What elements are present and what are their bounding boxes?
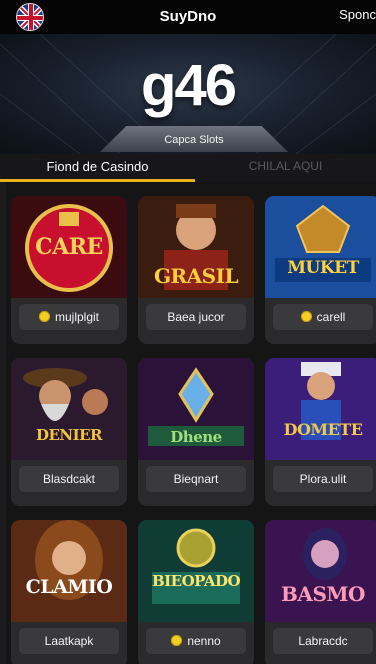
game-label: mujlplgit [19,304,119,330]
category-tabs: Fiond de Casindo CHILAL AQUI [0,154,376,182]
game-art-title: DENIER [35,426,103,444]
hero-banner: g46 Capca Slots [0,34,376,154]
game-label: Baea jucor [146,304,246,330]
game-thumbnail [265,358,376,460]
game-card[interactable]: CARE mujlplgit [11,196,127,344]
game-label: Laatkapk [19,628,119,654]
game-card[interactable]: CLAMIO Laatkapk [11,520,127,664]
game-art-title: BIEOPADO [151,572,241,590]
game-art-title: MUKET [287,258,359,278]
hero-number: g46 [141,53,237,118]
game-thumbnail [265,196,376,298]
coin-icon [171,635,183,646]
game-card[interactable]: DOMETE Plora.ulit [265,358,376,506]
game-thumbnail [138,520,254,622]
game-grid: CARE mujlplgit GRASIL Baea jucor MUKET c… [0,182,376,664]
game-art-title: GRASIL [153,264,239,288]
game-card[interactable]: DENIER Blasdcakt [11,358,127,506]
game-thumbnail [11,358,127,460]
game-art-title: CARE [35,234,103,260]
game-label: Labracdc [273,628,373,654]
game-label: Plora.ulit [273,466,373,492]
game-art-title: Dhene [170,428,222,446]
game-card[interactable]: MUKET carell [265,196,376,344]
game-label: nenno [146,628,246,654]
game-art-title: BASMO [281,582,365,606]
game-card[interactable]: BASMO Labracdc [265,520,376,664]
game-label: carell [273,304,373,330]
game-thumbnail [11,520,127,622]
top-bar: SuyDno Sponc [0,0,376,34]
game-art-title: DOMETE [283,420,363,439]
sponsor-link[interactable]: Sponc [339,7,376,22]
coin-icon [300,311,312,322]
hero-caption: Capca Slots [100,126,288,152]
brand-title: SuyDno [159,8,217,25]
grid-edge [0,182,6,664]
game-art-title: CLAMIO [25,576,113,598]
game-card[interactable]: GRASIL Baea jucor [138,196,254,344]
tab-secondary[interactable]: CHILAL AQUI [195,154,376,182]
game-label: Blasdcakt [19,466,119,492]
game-thumbnail [265,520,376,622]
tab-casino[interactable]: Fiond de Casindo [0,154,195,182]
coin-icon [38,311,50,322]
game-label: Bieqnart [146,466,246,492]
game-card[interactable]: BIEOPADO nenno [138,520,254,664]
game-card[interactable]: Dhene Bieqnart [138,358,254,506]
